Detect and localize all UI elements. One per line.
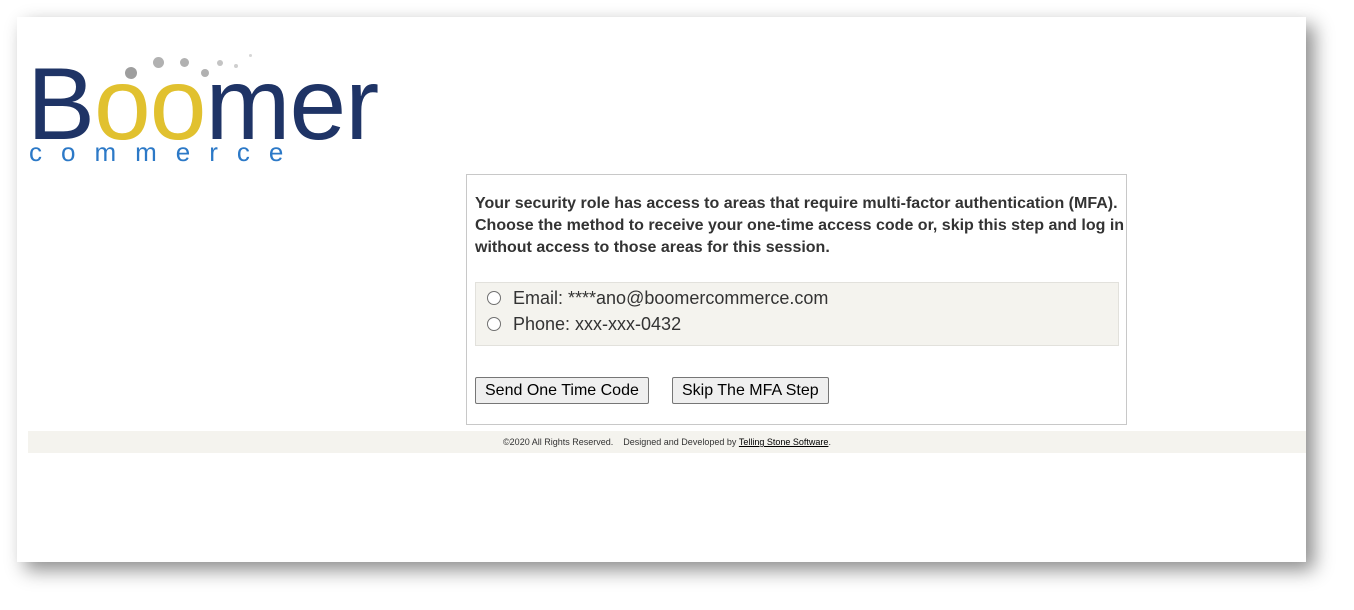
login-window: Boomer commerce Your security role has a…: [17, 17, 1306, 562]
mfa-message: Your security role has access to areas t…: [475, 195, 1125, 256]
email-option-label: Email: ****ano@boomercommerce.com: [513, 287, 829, 308]
mfa-panel: Your security role has access to areas t…: [466, 174, 1127, 425]
footer-designed-by: Designed and Developed by: [623, 437, 737, 447]
email-radio[interactable]: [487, 291, 501, 305]
footer-copyright: ©2020 All Rights Reserved.: [503, 437, 614, 447]
phone-radio[interactable]: [487, 317, 501, 331]
footer: ©2020 All Rights Reserved. Designed and …: [28, 431, 1306, 453]
send-one-time-code-button[interactable]: Send One Time Code: [475, 377, 649, 404]
mfa-method-options: Email: ****ano@boomercommerce.com Phone:…: [475, 282, 1119, 346]
logo-subword: commerce: [29, 137, 303, 167]
developer-link[interactable]: Telling Stone Software: [739, 437, 829, 447]
footer-suffix: .: [828, 437, 831, 447]
boomer-commerce-logo: Boomer commerce: [27, 53, 379, 167]
email-option[interactable]: Email: ****ano@boomercommerce.com: [487, 287, 828, 309]
phone-option[interactable]: Phone: xxx-xxx-0432: [487, 313, 681, 335]
skip-mfa-button[interactable]: Skip The MFA Step: [672, 377, 829, 404]
phone-option-label: Phone: xxx-xxx-0432: [513, 313, 682, 334]
